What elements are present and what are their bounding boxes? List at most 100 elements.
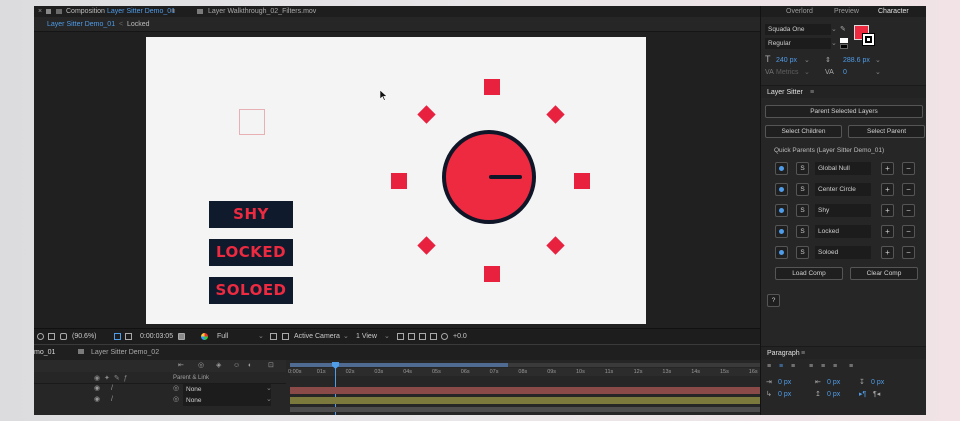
zoom-level[interactable]: (90.6%) — [72, 332, 97, 341]
outline-square-shape[interactable] — [239, 109, 265, 135]
solo-switch-icon[interactable]: ◎ — [198, 361, 204, 370]
tab-character[interactable]: Character — [878, 7, 909, 16]
3d-renderer-icon[interactable] — [282, 333, 289, 340]
current-timecode[interactable]: 0:00:03:05 — [140, 332, 173, 341]
eye-icon[interactable] — [775, 204, 788, 217]
pickwhip-icon[interactable]: ◎ — [173, 395, 179, 404]
chevron-down-icon[interactable]: ⌄ — [266, 384, 272, 393]
grid-guides-icon[interactable] — [48, 333, 55, 340]
color-channel-icon[interactable] — [201, 333, 208, 340]
stroke-color-swatch[interactable] — [862, 33, 875, 46]
add-button[interactable]: + — [881, 246, 894, 259]
panel-menu-icon[interactable]: ≡ — [810, 88, 814, 97]
reset-exposure-icon[interactable] — [441, 333, 448, 340]
remove-button[interactable]: − — [902, 183, 915, 196]
text-direction-rtl-icon[interactable]: ¶◂ — [873, 390, 880, 399]
font-style-select[interactable]: Regular — [765, 38, 831, 49]
camera-snapshot-icon[interactable] — [178, 333, 185, 340]
space-after-value[interactable]: 0 px — [871, 378, 884, 387]
remove-button[interactable]: − — [902, 162, 915, 175]
align-right-icon[interactable]: ≡ — [791, 362, 795, 371]
select-button[interactable]: S — [796, 225, 809, 238]
font-style-chevron-down-icon[interactable]: ⌄ — [831, 39, 837, 48]
red-square-left[interactable] — [391, 173, 407, 189]
indent-left-value[interactable]: 0 px — [778, 378, 791, 387]
clear-comp-button[interactable]: Clear Comp — [850, 267, 918, 280]
chevron-down-icon[interactable]: ⌄ — [804, 68, 810, 77]
red-square-top[interactable] — [484, 79, 500, 95]
pickwhip-icon[interactable]: ◎ — [173, 384, 179, 393]
justify-center-icon[interactable]: ≡ — [821, 362, 825, 371]
kerning-value[interactable]: Metrics — [776, 68, 799, 77]
work-area-range[interactable] — [290, 363, 508, 367]
draft-3d-icon[interactable]: ◈ — [216, 361, 221, 370]
eye-icon[interactable] — [775, 225, 788, 238]
white-swatch[interactable] — [840, 38, 848, 43]
justify-all-icon[interactable]: ≡ — [849, 362, 853, 371]
footage-tab-label[interactable]: Layer Walkthrough_02_Filters.mov — [208, 7, 316, 16]
visibility-icon[interactable]: ◉ — [94, 384, 100, 393]
select-button[interactable]: S — [796, 246, 809, 259]
resolution-select[interactable]: Full — [217, 332, 228, 341]
locked-label-layer[interactable]: LOCKED — [209, 239, 293, 266]
space-before-value[interactable]: 0 px — [827, 390, 840, 399]
align-left-icon[interactable]: ≡ — [767, 362, 771, 371]
panel-menu-icon[interactable]: ≡ — [801, 349, 805, 358]
comp-flowchart-icon[interactable]: ⇤ — [178, 361, 184, 370]
timeline-tab-active[interactable]: mo_01 — [34, 348, 55, 357]
composition-tab-name[interactable]: Layer Sitter Demo_01 — [107, 7, 175, 16]
panel-menu-icon[interactable]: ≡ — [171, 7, 175, 16]
select-children-button[interactable]: Select Children — [765, 125, 842, 138]
align-center-icon[interactable]: ≡ — [779, 362, 783, 371]
black-swatch[interactable] — [840, 44, 848, 49]
chevron-down-icon[interactable]: ⌄ — [875, 56, 881, 65]
center-circle-shape[interactable] — [442, 130, 536, 224]
eye-icon[interactable] — [775, 162, 788, 175]
camera-chevron-down-icon[interactable]: ⌄ — [343, 332, 349, 341]
breadcrumb-locked[interactable]: Locked — [127, 20, 150, 29]
shy-label-layer[interactable]: SHY — [209, 201, 293, 228]
view-chevron-down-icon[interactable]: ⌄ — [384, 332, 390, 341]
fast-previews-icon[interactable] — [270, 333, 277, 340]
help-button[interactable]: ? — [767, 294, 780, 307]
first-line-indent-value[interactable]: 0 px — [778, 390, 791, 399]
remove-button[interactable]: − — [902, 204, 915, 217]
view-layout-select[interactable]: 1 View — [356, 332, 377, 341]
toggle-pixel-aspect-icon[interactable] — [397, 333, 404, 340]
red-diamond-top-right[interactable] — [546, 105, 565, 124]
select-button[interactable]: S — [796, 162, 809, 175]
tab-preview[interactable]: Preview — [834, 7, 859, 16]
parent-select-1[interactable]: None — [183, 384, 271, 395]
font-family-select[interactable]: Squada One — [765, 24, 831, 35]
justify-right-icon[interactable]: ≡ — [833, 362, 837, 371]
remove-button[interactable]: − — [902, 246, 915, 259]
eye-icon[interactable] — [775, 246, 788, 259]
add-button[interactable]: + — [881, 204, 894, 217]
select-button[interactable]: S — [796, 183, 809, 196]
justify-left-icon[interactable]: ≡ — [809, 362, 813, 371]
parent-select-2[interactable]: None — [183, 395, 271, 406]
red-square-right[interactable] — [574, 173, 590, 189]
region-of-interest-icon[interactable] — [114, 333, 121, 340]
tracking-value[interactable]: 0 — [843, 68, 847, 77]
select-parent-button[interactable]: Select Parent — [848, 125, 925, 138]
red-diamond-top-left[interactable] — [417, 105, 436, 124]
eye-icon[interactable] — [775, 183, 788, 196]
font-family-chevron-down-icon[interactable]: ⌄ — [831, 25, 837, 34]
add-button[interactable]: + — [881, 162, 894, 175]
chevron-down-icon[interactable]: ⌄ — [804, 56, 810, 65]
parent-selected-layers-button[interactable]: Parent Selected Layers — [765, 105, 923, 118]
add-button[interactable]: + — [881, 183, 894, 196]
text-direction-ltr-icon[interactable]: ▸¶ — [859, 390, 866, 399]
layer-track-2[interactable] — [290, 397, 764, 404]
font-size-value[interactable]: 240 px — [776, 56, 797, 65]
chevron-down-icon[interactable]: ⌄ — [266, 395, 272, 404]
red-square-bottom[interactable] — [484, 266, 500, 282]
soloed-label-layer[interactable]: SOLOED — [209, 277, 293, 304]
flowchart-icon[interactable] — [419, 333, 426, 340]
layer-row-1[interactable]: ◉ / ◎ None ⌄ — [34, 384, 286, 395]
layer-track-1[interactable] — [290, 387, 764, 394]
timeline-tab-demo-02[interactable]: Layer Sitter Demo_02 — [91, 348, 159, 357]
lock-icon[interactable] — [46, 9, 51, 14]
draft-3d-icon[interactable] — [430, 333, 437, 340]
